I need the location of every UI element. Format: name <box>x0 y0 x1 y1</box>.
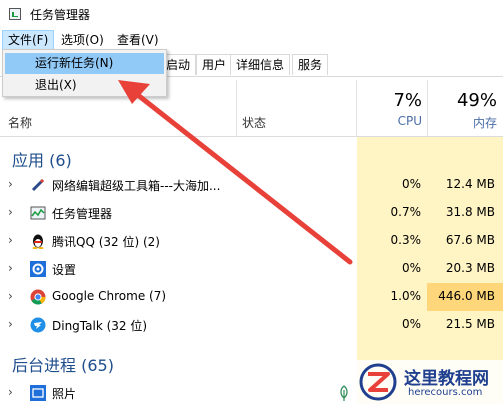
process-mem: 446.0 MB <box>438 289 495 303</box>
menu-exit[interactable]: 退出(X) <box>5 75 164 96</box>
chrome-icon <box>30 289 46 305</box>
process-mem: 67.6 MB <box>445 233 495 247</box>
menu-view[interactable]: 查看(V) <box>112 30 164 50</box>
process-cpu: 0.3% <box>390 233 422 247</box>
menu-run-new-task[interactable]: 运行新任务(N) <box>5 53 164 74</box>
mem-total: 49% <box>456 90 497 111</box>
process-name: 任务管理器 <box>52 207 113 221</box>
col-memory[interactable]: 内存 <box>445 114 497 131</box>
process-cpu: 0.7% <box>390 205 422 219</box>
menu-bar: 文件(F) 选项(O) 查看(V) <box>0 30 503 50</box>
chevron-right-icon[interactable]: › <box>8 262 18 274</box>
menu-options[interactable]: 选项(O) <box>56 30 109 50</box>
chevron-right-icon[interactable]: › <box>8 290 18 302</box>
process-cpu: 0% <box>401 317 421 331</box>
col-cpu[interactable]: CPU <box>380 114 422 128</box>
process-name: 腾讯QQ (32 位) (2) <box>52 235 160 249</box>
process-name: Google Chrome (7) <box>52 289 167 303</box>
chevron-right-icon[interactable]: › <box>8 386 18 398</box>
qq-penguin-icon <box>32 234 44 249</box>
menu-file[interactable]: 文件(F) <box>2 30 55 50</box>
task-manager-app-icon <box>9 8 21 20</box>
process-mem: 20.3 MB <box>445 261 495 275</box>
table-row[interactable]: › 腾讯QQ (32 位) (2) 0.3% 67.6 MB <box>0 227 503 255</box>
table-row[interactable]: › DingTalk (32 位) 0% 21.5 MB <box>0 311 503 339</box>
chevron-right-icon[interactable]: › <box>8 234 18 246</box>
process-mem: 31.8 MB <box>445 205 495 219</box>
process-cpu: 1.0% <box>390 289 422 303</box>
process-cpu: 0% <box>401 177 421 191</box>
table-row[interactable]: › 设置 0% 20.3 MB <box>0 255 503 283</box>
process-name: 设置 <box>52 263 77 277</box>
watermark-logo-icon <box>359 363 397 401</box>
window-title: 任务管理器 <box>30 8 91 22</box>
tab-services[interactable]: 服务 <box>292 54 329 75</box>
table-row[interactable]: › Google Chrome (7) 1.0% 446.0 MB <box>0 283 503 311</box>
watermark-title: 这里教程网 <box>404 369 489 389</box>
dingtalk-icon <box>30 317 46 333</box>
chevron-right-icon[interactable]: › <box>8 206 18 218</box>
process-mem: 12.4 MB <box>445 177 495 191</box>
task-manager-icon <box>30 206 46 220</box>
table-row[interactable]: › 网络编辑超级工具箱---大海加... 0% 12.4 MB <box>0 171 503 199</box>
process-name: 网络编辑超级工具箱---大海加... <box>52 179 221 193</box>
title-bar: 任务管理器 <box>0 0 503 28</box>
site-watermark: 这里教程网 herecours.com <box>356 360 503 404</box>
leaf-icon <box>340 385 348 401</box>
settings-gear-icon <box>30 261 46 277</box>
cpu-total: 7% <box>393 90 422 111</box>
file-menu-dropdown: 运行新任务(N) 退出(X) <box>2 49 167 97</box>
chevron-right-icon[interactable]: › <box>8 178 18 190</box>
group-background: 后台进程 (65) <box>12 356 114 375</box>
table-row[interactable]: › 任务管理器 0.7% 31.8 MB <box>0 199 503 227</box>
process-name: 照片 <box>52 387 77 401</box>
tab-users[interactable]: 用户 <box>196 54 233 75</box>
tab-details[interactable]: 详细信息 <box>230 54 291 75</box>
photos-icon <box>30 385 46 401</box>
pen-icon <box>31 178 45 192</box>
chevron-right-icon[interactable]: › <box>8 318 18 330</box>
process-mem: 21.5 MB <box>445 317 495 331</box>
watermark-url: herecours.com <box>408 387 483 398</box>
group-apps: 应用 (6) <box>12 151 72 170</box>
process-cpu: 0% <box>401 261 421 275</box>
col-name[interactable]: 名称 <box>8 114 32 131</box>
col-status[interactable]: 状态 <box>242 114 266 131</box>
process-name: DingTalk (32 位) <box>52 319 148 333</box>
